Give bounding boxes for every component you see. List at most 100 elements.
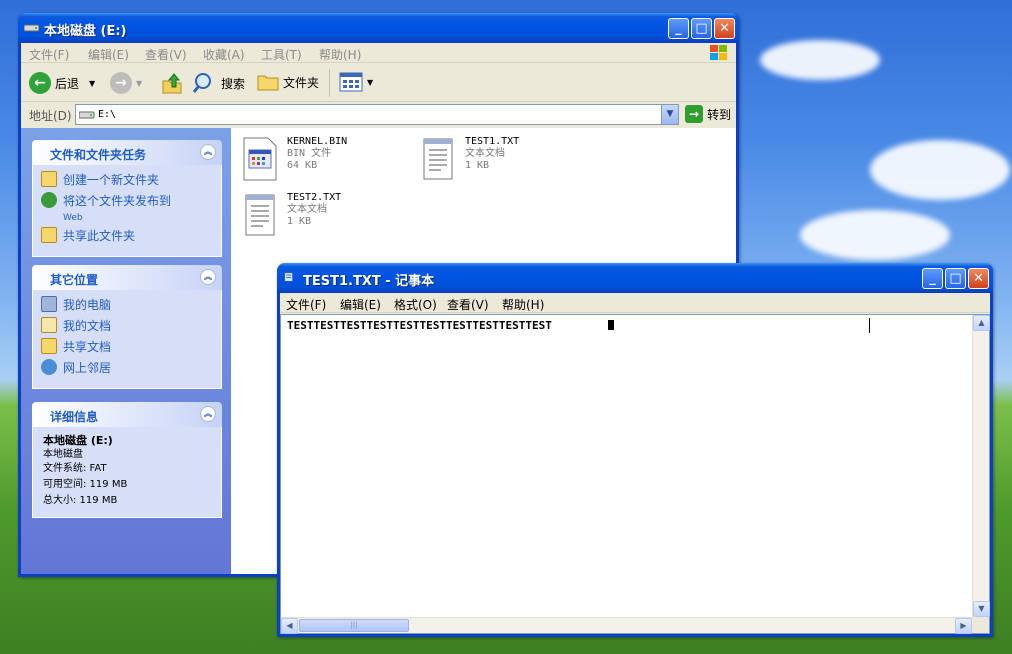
menu-view[interactable]: 查看(V) (447, 296, 489, 313)
chevron-down-icon: ▼ (89, 78, 96, 88)
search-button[interactable]: 搜索 (193, 72, 245, 94)
scroll-down-button[interactable]: ▼ (973, 601, 990, 617)
place-network[interactable]: 网上邻居 (41, 359, 213, 376)
text-cursor (608, 320, 614, 330)
horizontal-scroll-thumb[interactable]: ||| (299, 619, 409, 632)
file-size: 1 KB (287, 216, 312, 227)
views-button[interactable]: ▼ (339, 71, 373, 93)
address-input[interactable]: E:\ ▼ (75, 104, 679, 125)
notepad-title: TEST1.TXT - 记事本 (303, 274, 435, 289)
place-my-documents[interactable]: 我的文档 (41, 317, 213, 334)
file-tasks-header[interactable]: 文件和文件夹任务 ︽ (32, 140, 222, 165)
explorer-titlebar[interactable]: 本地磁盘 (E:) _ □ ✕ (18, 13, 739, 43)
menu-view[interactable]: 查看(V) (145, 46, 187, 63)
notepad-icon (284, 272, 293, 282)
file-item[interactable]: KERNEL.BIN BIN 文件 64 KB (241, 136, 347, 182)
menu-edit[interactable]: 编辑(E) (340, 296, 381, 313)
details-filesystem: 文件系统: FAT (43, 463, 107, 474)
address-value: E:\ (98, 109, 117, 120)
my-computer-icon (41, 296, 57, 312)
task-new-folder[interactable]: 创建一个新文件夹 (41, 171, 213, 188)
vertical-scrollbar[interactable]: ▲ ▼ (972, 315, 990, 617)
text-file-icon (423, 138, 453, 180)
collapse-icon[interactable]: ︽ (200, 406, 216, 422)
file-name: TEST2.TXT (287, 192, 342, 203)
address-dropdown-button[interactable]: ▼ (661, 105, 678, 124)
menu-help[interactable]: 帮助(H) (319, 46, 361, 63)
menu-help[interactable]: 帮助(H) (502, 296, 544, 313)
search-icon (193, 73, 211, 93)
scroll-right-button[interactable]: ▶ (955, 618, 972, 634)
details-type: 本地磁盘 (43, 449, 83, 460)
menu-edit[interactable]: 编辑(E) (88, 46, 129, 63)
folders-button[interactable]: 文件夹 (257, 72, 319, 92)
collapse-icon[interactable]: ︽ (200, 269, 216, 285)
address-bar: 地址(D) E:\ ▼ → 转到 (21, 103, 736, 127)
menu-favorites[interactable]: 收藏(A) (203, 46, 245, 63)
maximize-button[interactable]: □ (691, 18, 712, 39)
explorer-title: 本地磁盘 (E:) (44, 24, 127, 39)
file-item[interactable]: TEST2.TXT 文本文档 1 KB (241, 192, 341, 238)
details-header[interactable]: 详细信息 ︽ (32, 402, 222, 427)
go-arrow-icon: → (685, 105, 703, 123)
place-label: 我的电脑 (63, 298, 112, 312)
notepad-client: 文件(F) 编辑(E) 格式(O) 查看(V) 帮助(H) TESTTESTTE… (280, 293, 990, 634)
menu-tools[interactable]: 工具(T) (261, 46, 302, 63)
task-publish-web[interactable]: 将这个文件夹发布到 Web (41, 192, 213, 223)
forward-button[interactable]: → ▼ (110, 72, 142, 94)
task-label: 创建一个新文件夹 (63, 173, 160, 187)
horizontal-scrollbar[interactable]: ◀ ||| ▶ (281, 617, 972, 634)
notepad-titlebar[interactable]: TEST1.TXT - 记事本 _ □ ✕ (277, 263, 993, 293)
file-type: BIN 文件 (287, 148, 332, 159)
address-label: 地址(D) (29, 109, 72, 123)
details-free-space: 可用空间: 119 MB (43, 479, 128, 490)
search-label: 搜索 (221, 76, 246, 91)
menu-format[interactable]: 格式(O) (394, 296, 437, 313)
details-total-size: 总大小: 119 MB (43, 495, 118, 506)
publish-web-icon (41, 192, 57, 208)
shared-documents-icon (41, 338, 57, 354)
toolbar-separator (329, 69, 330, 97)
close-button[interactable]: ✕ (968, 268, 989, 289)
file-item[interactable]: TEST1.TXT 文本文档 1 KB (419, 136, 519, 182)
task-label: 将这个文件夹发布到 (63, 194, 172, 208)
bin-file-icon (243, 137, 277, 181)
details-panel: 详细信息 ︽ 本地磁盘 (E:) 本地磁盘 文件系统: FAT 可用空间: 11… (32, 402, 222, 518)
file-type: 文本文档 (287, 204, 327, 215)
other-places-header[interactable]: 其它位置 ︽ (32, 265, 222, 290)
menu-file[interactable]: 文件(F) (286, 296, 326, 313)
folder-icon (257, 75, 279, 91)
folders-label: 文件夹 (283, 75, 320, 90)
scroll-left-button[interactable]: ◀ (281, 618, 298, 634)
place-my-computer[interactable]: 我的电脑 (41, 296, 213, 313)
drive-icon (79, 111, 95, 119)
explorer-toolbar: ← 后退 ▼ → ▼ 搜索 文件夹 ▼ (21, 64, 736, 102)
minimize-button[interactable]: _ (668, 18, 689, 39)
place-shared-documents[interactable]: 共享文档 (41, 338, 213, 355)
file-tasks-body: 创建一个新文件夹 将这个文件夹发布到 Web 共享此文件夹 (32, 165, 222, 257)
views-icon (339, 72, 363, 92)
maximize-button[interactable]: □ (945, 268, 966, 289)
desktop-cloud (870, 140, 1010, 200)
scroll-up-button[interactable]: ▲ (973, 315, 990, 331)
file-size: 64 KB (287, 160, 318, 171)
up-button[interactable] (161, 71, 183, 95)
explorer-menubar: 文件(F) 编辑(E) 查看(V) 收藏(A) 工具(T) 帮助(H) (21, 43, 736, 63)
other-places-panel: 其它位置 ︽ 我的电脑 我的文档 共享文档 网上邻居 (32, 265, 222, 389)
menu-file[interactable]: 文件(F) (29, 46, 69, 63)
file-name: TEST1.TXT (465, 136, 520, 147)
notepad-text-area[interactable]: TESTTESTTESTTESTTESTTESTTESTTESTTESTTEST… (280, 314, 990, 634)
chevron-down-icon: ▼ (136, 78, 143, 88)
scrollbar-corner (972, 617, 989, 633)
drive-icon (24, 24, 39, 32)
back-button[interactable]: ← 后退 ▼ (29, 72, 95, 94)
go-label: 转到 (707, 107, 732, 122)
minimize-button[interactable]: _ (922, 268, 943, 289)
collapse-icon[interactable]: ︽ (200, 144, 216, 160)
close-button[interactable]: ✕ (714, 18, 735, 39)
task-sublabel: Web (63, 213, 83, 223)
go-button[interactable]: → 转到 (685, 105, 731, 123)
mouse-ibeam-icon (869, 318, 870, 333)
file-tasks-panel: 文件和文件夹任务 ︽ 创建一个新文件夹 将这个文件夹发布到 Web 共享此文件夹 (32, 140, 222, 257)
task-share-folder[interactable]: 共享此文件夹 (41, 227, 213, 244)
